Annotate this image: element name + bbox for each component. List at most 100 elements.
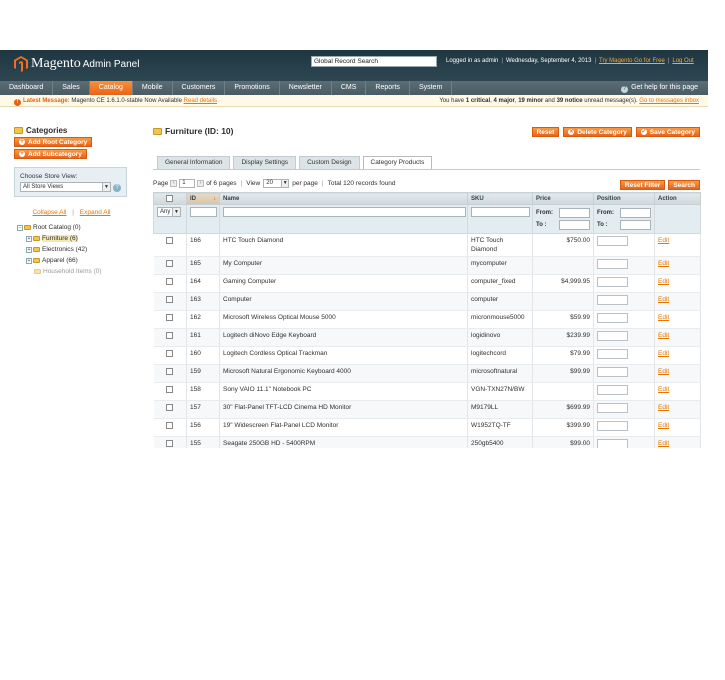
row-checkbox[interactable] (166, 296, 173, 303)
help-link[interactable]: ?Get help for this page (621, 81, 698, 95)
column-header-position[interactable]: Position (594, 193, 655, 205)
row-checkbox[interactable] (166, 422, 173, 429)
next-page-icon[interactable]: › (197, 180, 204, 187)
reset-button[interactable]: Reset (532, 127, 560, 137)
search-button[interactable]: Search (668, 180, 700, 190)
expand-icon[interactable]: + (26, 258, 32, 264)
position-input[interactable] (597, 259, 628, 269)
tree-node-furniture[interactable]: +Furniture (6) (14, 233, 129, 244)
position-input[interactable] (597, 277, 628, 287)
position-input[interactable] (597, 313, 628, 323)
table-row[interactable]: 15619" Widescreen Flat-Panel LCD Monitor… (154, 419, 701, 437)
nav-sales[interactable]: Sales (53, 81, 90, 95)
tree-node-apparel[interactable]: +Apparel (66) (14, 255, 129, 266)
nav-reports[interactable]: Reports (366, 81, 410, 95)
position-from-input[interactable] (620, 208, 651, 218)
nav-mobile[interactable]: Mobile (133, 81, 173, 95)
nav-dashboard[interactable]: Dashboard (0, 81, 53, 95)
page-input[interactable]: 1 (179, 179, 195, 188)
position-input[interactable] (597, 403, 628, 413)
row-checkbox[interactable] (166, 237, 173, 244)
table-row[interactable]: 162Microsoft Wireless Optical Mouse 5000… (154, 311, 701, 329)
tree-node-household[interactable]: Household Items (0) (14, 266, 129, 277)
select-all-checkbox[interactable] (166, 195, 173, 202)
reset-filter-button[interactable]: Reset Filter (620, 180, 665, 190)
price-to-input[interactable] (559, 220, 590, 230)
edit-link[interactable]: Edit (658, 404, 669, 411)
add-root-category-button[interactable]: +Add Root Category (14, 137, 92, 147)
edit-link[interactable]: Edit (658, 296, 669, 303)
expand-icon[interactable]: + (26, 247, 32, 253)
expand-all-link[interactable]: Expand All (80, 209, 111, 216)
add-subcategory-button[interactable]: +Add Subcategory (14, 149, 87, 159)
table-row[interactable]: 161Logitech diNovo Edge Keyboardlogidino… (154, 329, 701, 347)
name-filter-input[interactable] (223, 207, 466, 217)
position-input[interactable] (597, 439, 628, 448)
position-input[interactable] (597, 385, 628, 395)
store-view-select[interactable]: All Store Views▼ (20, 182, 111, 192)
try-magento-link[interactable]: Try Magento Go for Free (599, 58, 665, 64)
row-checkbox[interactable] (166, 368, 173, 375)
help-question-icon[interactable]: ? (113, 184, 121, 192)
tab-general-information[interactable]: General Information (157, 156, 230, 169)
position-to-input[interactable] (620, 220, 651, 230)
column-header-name[interactable]: Name (220, 193, 468, 205)
nav-catalog[interactable]: Catalog (90, 81, 133, 95)
collapse-icon[interactable]: − (17, 225, 23, 231)
table-row[interactable]: 164Gaming Computercomputer_fixed$4,999.9… (154, 275, 701, 293)
position-input[interactable] (597, 295, 628, 305)
edit-link[interactable]: Edit (658, 260, 669, 267)
prev-page-icon[interactable]: ‹ (170, 180, 177, 187)
table-row[interactable]: 155Seagate 250GB HD - 5400RPM250gb5400$9… (154, 437, 701, 449)
delete-category-button[interactable]: ×Delete Category (563, 127, 632, 137)
column-header-price[interactable]: Price (533, 193, 594, 205)
position-input[interactable] (597, 349, 628, 359)
edit-link[interactable]: Edit (658, 314, 669, 321)
nav-customers[interactable]: Customers (173, 81, 226, 95)
table-row[interactable]: 166HTC Touch DiamondHTC Touch Diamond$75… (154, 234, 701, 257)
tab-category-products[interactable]: Category Products (363, 156, 433, 169)
row-checkbox[interactable] (166, 386, 173, 393)
nav-system[interactable]: System (410, 81, 452, 95)
table-row[interactable]: 158Sony VAIO 11.1" Notebook PCVGN-TXN27N… (154, 383, 701, 401)
collapse-all-link[interactable]: Collapse All (32, 209, 66, 216)
messages-inbox-link[interactable]: Go to messages inbox (639, 98, 699, 104)
row-checkbox[interactable] (166, 278, 173, 285)
global-search-input[interactable]: Global Record Search (311, 56, 437, 67)
sku-filter-input[interactable] (471, 207, 530, 217)
edit-link[interactable]: Edit (658, 440, 669, 447)
expand-icon[interactable]: + (26, 236, 32, 242)
position-input[interactable] (597, 236, 628, 246)
position-input[interactable] (597, 331, 628, 341)
row-checkbox[interactable] (166, 260, 173, 267)
row-checkbox[interactable] (166, 440, 173, 447)
row-checkbox[interactable] (166, 350, 173, 357)
nav-cms[interactable]: CMS (332, 81, 367, 95)
table-row[interactable]: 159Microsoft Natural Ergonomic Keyboard … (154, 365, 701, 383)
edit-link[interactable]: Edit (658, 368, 669, 375)
in-category-filter-select[interactable]: Any▼ (157, 207, 181, 217)
row-checkbox[interactable] (166, 404, 173, 411)
position-input[interactable] (597, 367, 628, 377)
column-header-sku[interactable]: SKU (468, 193, 533, 205)
read-details-link[interactable]: Read details (184, 98, 217, 104)
id-filter-input[interactable] (190, 207, 217, 217)
nav-newsletter[interactable]: Newsletter (280, 81, 332, 95)
column-header-id[interactable]: ID↓ (187, 193, 220, 205)
price-from-input[interactable] (559, 208, 590, 218)
row-checkbox[interactable] (166, 332, 173, 339)
position-input[interactable] (597, 421, 628, 431)
table-row[interactable]: 163ComputercomputerEdit (154, 293, 701, 311)
edit-link[interactable]: Edit (658, 350, 669, 357)
tree-node-electronics[interactable]: +Electronics (42) (14, 244, 129, 255)
table-row[interactable]: 15730" Flat-Panel TFT-LCD Cinema HD Moni… (154, 401, 701, 419)
table-row[interactable]: 160Logitech Cordless Optical Trackmanlog… (154, 347, 701, 365)
tab-custom-design[interactable]: Custom Design (299, 156, 359, 169)
edit-link[interactable]: Edit (658, 332, 669, 339)
nav-promotions[interactable]: Promotions (225, 81, 279, 95)
edit-link[interactable]: Edit (658, 386, 669, 393)
per-page-select[interactable]: 20▼ (263, 179, 289, 188)
tab-display-settings[interactable]: Display Settings (233, 156, 296, 169)
edit-link[interactable]: Edit (658, 422, 669, 429)
edit-link[interactable]: Edit (658, 278, 669, 285)
